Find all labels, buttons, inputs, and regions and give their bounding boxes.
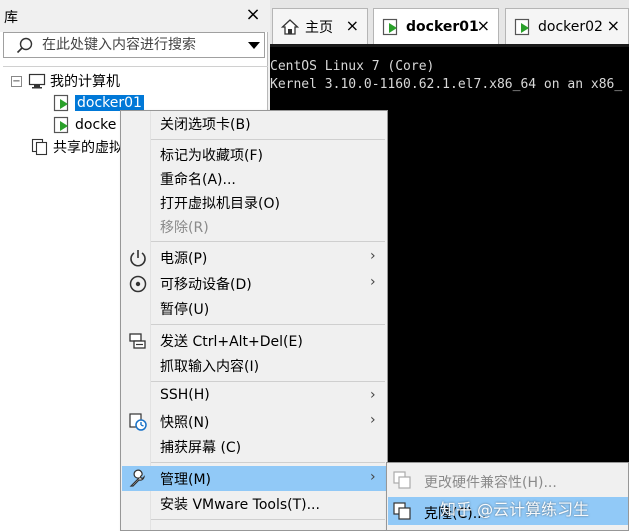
search-dropdown-arrow-icon[interactable] xyxy=(248,42,260,49)
menu-item-label: 管理(M) xyxy=(160,472,212,488)
menu-separator xyxy=(151,139,385,140)
menu-item-label: 捕获屏幕 (C) xyxy=(160,440,242,456)
tree-item-my-computer[interactable]: − 我的计算机 xyxy=(11,70,120,92)
console-line: Kernel 3.10.0-1160.62.1.el7.x86_64 on an… xyxy=(270,77,623,92)
tab-bar: 主页 × docker01 × docker02 × xyxy=(270,0,629,44)
menu-item-pause[interactable]: 暂停(U) xyxy=(122,296,386,321)
tree-item-label: 共享的虚拟 xyxy=(53,140,123,156)
menu-item-label: 关闭选项卡(B) xyxy=(160,117,251,133)
tree-item-shared-vms[interactable]: 共享的虚拟 xyxy=(31,136,123,158)
tab-close-icon[interactable]: × xyxy=(346,17,359,35)
menu-item-label: 发送 Ctrl+Alt+Del(E) xyxy=(160,334,303,350)
tab-home[interactable]: 主页 × xyxy=(272,8,368,44)
tree-item-label: docker01 xyxy=(75,95,144,111)
menu-item-power[interactable]: 电源(P) › xyxy=(122,245,386,270)
menu-item-label: 安装 VMware Tools(T)... xyxy=(160,497,320,513)
wrench-icon xyxy=(129,469,146,487)
menu-item-label: 打开虚拟机目录(O) xyxy=(160,196,280,212)
submenu-arrow-icon: › xyxy=(370,412,376,428)
tree-item-vm-docker02[interactable]: docke xyxy=(53,114,116,136)
computer-icon xyxy=(28,73,46,89)
snapshot-icon xyxy=(129,413,147,431)
menu-item-rename[interactable]: 重命名(A)... xyxy=(122,166,386,191)
menu-item-grab-input[interactable]: 抓取输入内容(I) xyxy=(122,353,386,378)
menu-item-remove: 移除(R) xyxy=(122,214,386,239)
menu-item-snapshot[interactable]: 快照(N) › xyxy=(122,409,386,434)
clone-icon xyxy=(393,502,411,520)
submenu-arrow-icon: › xyxy=(370,387,376,403)
disc-icon xyxy=(129,275,147,293)
menu-item-manage[interactable]: 管理(M) › xyxy=(122,466,386,491)
submenu-item-change-hardware-compatibility: 更改硬件兼容性(H)... xyxy=(388,466,628,494)
menu-item-label: SSH(H) xyxy=(160,387,210,403)
vm-running-icon xyxy=(382,18,398,35)
menu-item-label: 可移动设备(D) xyxy=(160,277,252,293)
submenu-arrow-icon: › xyxy=(370,248,376,264)
tab-label: 主页 xyxy=(305,19,333,36)
menu-item-favorite[interactable]: 标记为收藏项(F) xyxy=(122,142,386,167)
submenu-arrow-icon: › xyxy=(370,274,376,290)
tab-docker01[interactable]: docker01 × xyxy=(373,8,499,44)
submenu-arrow-icon: › xyxy=(370,469,376,485)
vm-running-icon xyxy=(53,94,69,112)
menu-separator xyxy=(151,381,385,382)
tab-close-icon[interactable]: × xyxy=(477,17,490,35)
menu-separator xyxy=(151,241,385,242)
power-icon xyxy=(130,250,146,267)
menu-separator xyxy=(151,519,385,520)
menu-item-label: 抓取输入内容(I) xyxy=(160,359,260,375)
shared-vms-icon xyxy=(31,138,48,156)
library-close-button[interactable]: × xyxy=(244,4,262,26)
library-title: 库 xyxy=(4,10,18,26)
watermark: 知乎 @云计算练习生 xyxy=(440,500,590,519)
tab-close-icon[interactable]: × xyxy=(607,17,620,35)
search-icon xyxy=(16,37,33,54)
tab-label: docker01 xyxy=(406,18,479,35)
menu-item-install-vmware-tools[interactable]: 安装 VMware Tools(T)... xyxy=(122,491,386,516)
menu-item-label: 暂停(U) xyxy=(160,302,210,318)
menu-item-label: 快照(N) xyxy=(160,415,210,431)
context-menu: 关闭选项卡(B) 标记为收藏项(F) 重命名(A)... 打开虚拟机目录(O) … xyxy=(120,110,388,531)
menu-item-close-tab[interactable]: 关闭选项卡(B) xyxy=(122,111,386,136)
library-header: 库 × xyxy=(0,0,268,32)
library-search-box[interactable] xyxy=(3,32,265,58)
menu-item-label: 标记为收藏项(F) xyxy=(160,148,263,164)
menu-separator xyxy=(151,324,385,325)
menu-item-ssh[interactable]: SSH(H) › xyxy=(122,384,386,409)
menu-item-label: 移除(R) xyxy=(160,220,209,236)
vm-running-icon xyxy=(514,18,530,35)
submenu-item-label: 更改硬件兼容性(H)... xyxy=(424,475,557,491)
tree-item-label: 我的计算机 xyxy=(50,74,120,90)
keyboard-send-icon xyxy=(129,333,146,349)
menu-item-send-ctrl-alt-del[interactable]: 发送 Ctrl+Alt+Del(E) xyxy=(122,328,386,353)
tree-item-label: docke xyxy=(75,117,117,133)
menu-item-capture-screen[interactable]: 捕获屏幕 (C) xyxy=(122,434,386,459)
tab-label: docker02 xyxy=(538,18,603,35)
menu-item-label: 重命名(A)... xyxy=(160,172,236,188)
home-icon xyxy=(281,18,299,35)
search-input[interactable] xyxy=(42,35,232,55)
menu-separator xyxy=(151,462,385,463)
console-line: CentOS Linux 7 (Core) xyxy=(270,59,435,74)
menu-item-label: 电源(P) xyxy=(160,251,208,267)
tab-docker02[interactable]: docker02 × xyxy=(505,8,629,44)
hardware-compatibility-icon xyxy=(393,471,411,489)
collapse-icon[interactable]: − xyxy=(11,75,22,87)
menu-item-removable-devices[interactable]: 可移动设备(D) › xyxy=(122,271,386,296)
menu-item-open-vm-directory[interactable]: 打开虚拟机目录(O) xyxy=(122,190,386,215)
vm-running-icon xyxy=(53,116,69,134)
